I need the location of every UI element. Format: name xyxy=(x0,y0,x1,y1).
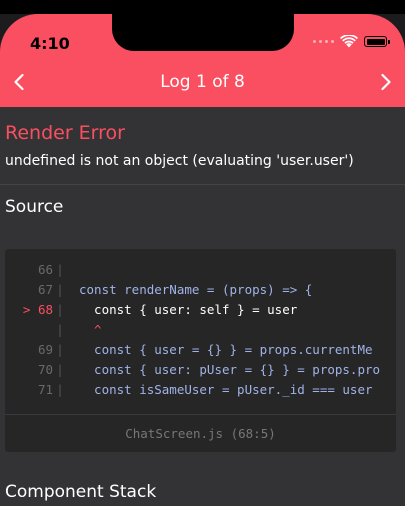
log-navigation: Log 1 of 8 xyxy=(0,67,405,97)
line-number-active: > 68 xyxy=(22,301,53,317)
error-block: Render Error undefined is not an object … xyxy=(0,107,405,170)
line-number: 67 xyxy=(37,281,53,297)
code-text: const isSameUser = pUser._id === user xyxy=(79,381,373,397)
component-stack-heading: Component Stack xyxy=(5,482,157,502)
log-content: Render Error undefined is not an object … xyxy=(0,107,405,502)
code-lines: 66 | 67 | const renderName = (props) => { >… xyxy=(5,259,396,399)
error-message: undefined is not an object (evaluating '… xyxy=(5,153,354,169)
code-line: 69 | const { user = {} } = props.currentM… xyxy=(5,339,396,359)
code-line: 66 | xyxy=(5,259,396,279)
code-text: const { user = {} } = props.currentMe xyxy=(79,341,373,357)
wifi-icon xyxy=(340,35,358,48)
next-log-button[interactable] xyxy=(371,67,401,97)
status-time: 4:10 xyxy=(30,34,70,53)
status-icons xyxy=(313,35,390,48)
code-line: 71 | const isSameUser = pUser._id === use… xyxy=(5,379,396,399)
code-line: 67 | const renderName = (props) => { xyxy=(5,279,396,299)
line-number: 66 xyxy=(37,261,53,277)
source-code-frame[interactable]: 66 | 67 | const renderName = (props) => { >… xyxy=(5,249,396,452)
error-caret: ^ xyxy=(79,321,102,337)
signal-dots-icon xyxy=(313,40,334,43)
phone-screen: 4:10 Log 1 of 8 Render Error undefined i… xyxy=(0,14,405,506)
error-title: Render Error xyxy=(5,122,125,144)
code-text: const { user: pUser = {} } = props.pro xyxy=(79,361,381,377)
header-bar: 4:10 Log 1 of 8 xyxy=(0,14,405,107)
line-number: 69 xyxy=(37,341,53,357)
log-title: Log 1 of 8 xyxy=(160,72,245,92)
chevron-right-icon xyxy=(381,73,391,91)
line-number: 70 xyxy=(37,361,53,377)
source-heading: Source xyxy=(5,197,64,217)
window-top-strip xyxy=(0,0,405,14)
code-line-caret: | ^ xyxy=(56,321,102,337)
code-line: 70 | const { user: pUser = {} } = props.p… xyxy=(5,359,396,379)
line-number: 71 xyxy=(37,381,53,397)
source-file-location[interactable]: ChatScreen.js (68:5) xyxy=(5,414,396,452)
code-text-error: const { user: self } = user xyxy=(79,301,298,317)
previous-log-button[interactable] xyxy=(4,67,34,97)
code-line-error: > 68 | const { user: self } = user xyxy=(5,299,396,319)
battery-icon xyxy=(364,36,390,47)
code-text: const renderName = (props) => { xyxy=(79,281,313,297)
device-notch xyxy=(112,14,294,51)
chevron-left-icon xyxy=(14,73,24,91)
